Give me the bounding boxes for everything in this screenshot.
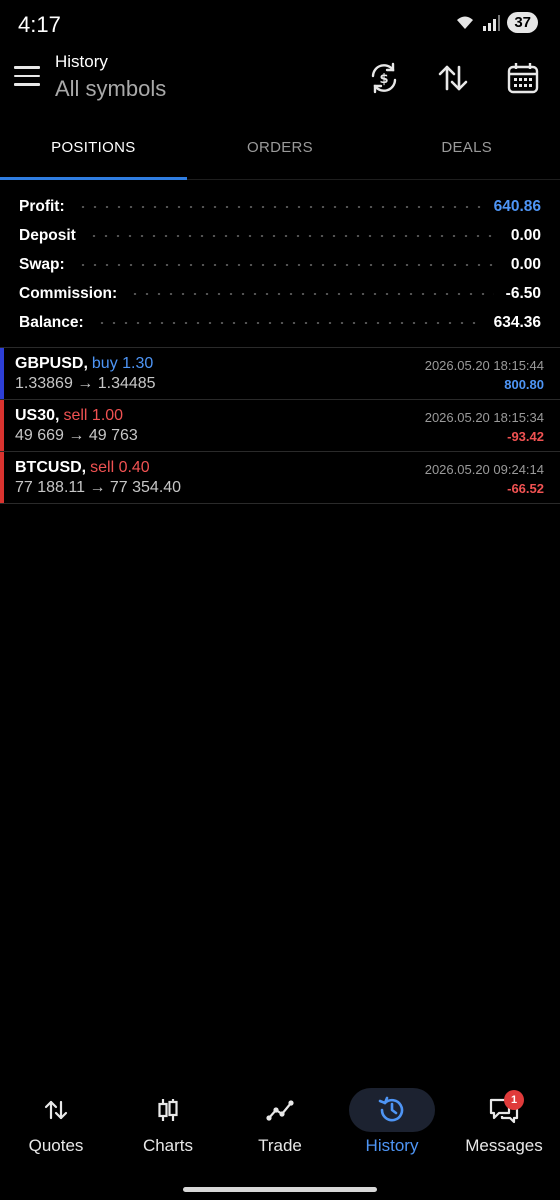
nav-label: Quotes — [28, 1136, 84, 1155]
dotted-leader — [95, 321, 482, 324]
buy-indicator — [0, 348, 4, 399]
summary-panel: Profit: 640.86 Deposit 0.00 Swap: 0.00 C… — [0, 192, 560, 337]
symbol-filter[interactable]: All symbols — [55, 76, 166, 102]
nav-quotes[interactable]: Quotes — [0, 1080, 112, 1180]
positions-list: GBPUSD, buy 1.30 1.33869 → 1.34485 2026.0… — [0, 347, 560, 504]
nav-label: Messages — [465, 1136, 543, 1155]
summary-value: 0.00 — [510, 255, 541, 273]
position-prices: 49 669 → 49 763 — [15, 427, 138, 444]
position-prices: 1.33869 → 1.34485 — [15, 375, 156, 392]
calendar-icon[interactable] — [503, 58, 543, 98]
status-icons: 37 — [455, 12, 538, 33]
menu-icon[interactable] — [14, 66, 40, 88]
position-time: 2026.05.20 09:24:14 — [424, 462, 544, 477]
tab-positions[interactable]: POSITIONS — [0, 120, 187, 180]
nav-trade[interactable]: Trade — [224, 1080, 336, 1180]
app-header: History All symbols $ — [0, 48, 560, 120]
position-side: sell 1.00 — [63, 407, 124, 424]
summary-value: -6.50 — [505, 284, 541, 302]
sell-indicator — [0, 400, 4, 451]
summary-label: Swap: — [19, 255, 65, 273]
dotted-leader — [76, 205, 482, 208]
summary-value: 634.36 — [493, 313, 541, 331]
position-prices: 77 188.11 → 77 354.40 — [15, 479, 182, 496]
history-tabs: POSITIONS ORDERS DEALS — [0, 120, 560, 180]
nav-label: Trade — [258, 1136, 302, 1155]
svg-text:$: $ — [379, 72, 388, 87]
battery-badge: 37 — [507, 12, 538, 33]
status-time: 4:17 — [18, 12, 61, 37]
signal-icon — [481, 13, 501, 33]
summary-label: Deposit — [19, 226, 76, 244]
nav-label: Charts — [142, 1136, 194, 1155]
position-symbol: BTCUSD, — [15, 459, 87, 476]
dotted-leader — [129, 292, 494, 295]
charts-icon — [125, 1088, 211, 1132]
sort-icon[interactable] — [433, 58, 473, 98]
summary-profit: Profit: 640.86 — [0, 192, 560, 221]
position-header: BTCUSD, sell 0.40 — [15, 459, 150, 477]
position-time: 2026.05.20 18:15:34 — [424, 410, 544, 425]
position-profit: 800.80 — [504, 377, 544, 392]
position-row[interactable]: US30, sell 1.00 49 669 → 49 763 2026.05.2… — [0, 400, 560, 452]
position-side: buy 1.30 — [91, 355, 154, 372]
summary-label: Balance: — [19, 313, 84, 331]
status-bar: 4:17 37 — [0, 0, 560, 48]
summary-value: 0.00 — [510, 226, 541, 244]
position-header: GBPUSD, buy 1.30 — [15, 355, 153, 373]
header-subtitle: History — [55, 52, 108, 71]
messages-badge: 1 — [504, 1090, 524, 1110]
dotted-leader — [87, 234, 499, 237]
summary-swap: Swap: 0.00 — [0, 250, 560, 279]
bottom-navigation: Quotes Charts Trade History 1 Messages — [0, 1080, 560, 1180]
home-indicator[interactable] — [183, 1187, 377, 1192]
position-side: sell 0.40 — [90, 459, 150, 476]
summary-deposit: Deposit 0.00 — [0, 221, 560, 250]
wifi-icon — [455, 13, 475, 33]
nav-charts[interactable]: Charts — [112, 1080, 224, 1180]
position-symbol: US30, — [15, 407, 60, 424]
position-profit: -93.42 — [507, 429, 544, 444]
messages-icon — [461, 1088, 547, 1132]
tab-deals[interactable]: DEALS — [373, 120, 560, 179]
position-symbol: GBPUSD, — [15, 355, 88, 372]
history-icon — [349, 1088, 435, 1132]
currency-exchange-icon[interactable]: $ — [364, 58, 404, 98]
nav-history[interactable]: History — [336, 1080, 448, 1180]
sell-indicator — [0, 452, 4, 503]
summary-balance: Balance: 634.36 — [0, 308, 560, 337]
position-profit: -66.52 — [507, 481, 544, 496]
position-time: 2026.05.20 18:15:44 — [424, 358, 544, 373]
summary-label: Commission: — [19, 284, 118, 302]
tab-orders[interactable]: ORDERS — [187, 120, 374, 179]
summary-label: Profit: — [19, 197, 65, 215]
nav-messages[interactable]: 1 Messages — [448, 1080, 560, 1180]
quotes-icon — [13, 1088, 99, 1132]
position-row[interactable]: GBPUSD, buy 1.30 1.33869 → 1.34485 2026.0… — [0, 348, 560, 400]
position-header: US30, sell 1.00 — [15, 407, 123, 425]
dotted-leader — [76, 263, 499, 266]
nav-label: History — [365, 1136, 419, 1155]
position-row[interactable]: BTCUSD, sell 0.40 77 188.11 → 77 354.40 2… — [0, 452, 560, 504]
summary-commission: Commission: -6.50 — [0, 279, 560, 308]
trade-icon — [237, 1088, 323, 1132]
summary-value: 640.86 — [493, 197, 541, 215]
